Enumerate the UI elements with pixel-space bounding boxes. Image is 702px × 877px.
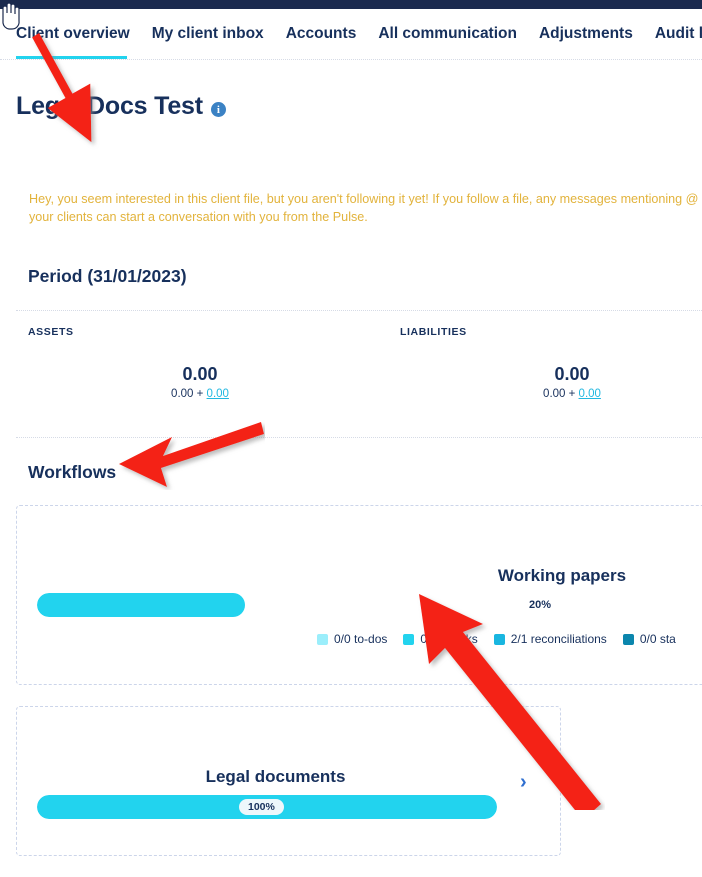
working-papers-progress-fill	[37, 593, 245, 617]
assets-label: ASSETS	[28, 326, 74, 338]
arrow-to-workflows-heading	[119, 422, 264, 487]
legend-swatch-to-dos	[317, 633, 328, 645]
page-title: Legal Docs Test	[16, 92, 203, 120]
workflow-card-working-papers[interactable]: Working papers 20% 0/0 to-dos 0/0 checks…	[16, 505, 702, 685]
legal-documents-percent: 100%	[239, 799, 284, 815]
tab-accounts[interactable]: Accounts	[286, 9, 357, 59]
workflow-card-legal-documents[interactable]: Legal documents 100%	[16, 706, 561, 856]
period-title: Period (31/01/2023)	[28, 266, 187, 286]
liabilities-value: 0.00	[554, 364, 590, 384]
legal-documents-heading: Legal documents	[205, 767, 346, 786]
page-title-row: Legal Docs Test i	[16, 92, 226, 121]
legend-item-reconciliations[interactable]: 2/1 reconciliations	[493, 632, 607, 646]
workflows-divider	[16, 437, 702, 438]
tab-my-client-inbox[interactable]: My client inbox	[152, 9, 264, 59]
assets-breakdown-prefix: 0.00 +	[171, 388, 207, 400]
legend-label-statements: 0/0 sta	[639, 632, 676, 646]
tab-client-overview[interactable]: Client overview	[16, 9, 130, 59]
legend-swatch-reconciliations	[493, 633, 505, 645]
legend-item-checks[interactable]: 0/0 checks	[403, 632, 478, 646]
assets-breakdown: 0.00 + 0.00	[140, 388, 260, 400]
follow-file-warning: Hey, you seem interested in this client …	[29, 192, 699, 224]
legend-swatch-statements	[622, 633, 634, 645]
liabilities-breakdown-prefix: 0.00 +	[543, 388, 579, 400]
primary-nav: Client overview My client inbox Accounts…	[0, 9, 702, 59]
working-papers-legend: 0/0 to-dos 0/0 checks 2/1 reconciliation…	[317, 632, 692, 646]
page-root: Client overview My client inbox Accounts…	[0, 0, 702, 877]
legend-label-to-dos: 0/0 to-dos	[334, 632, 388, 646]
assets-value: 0.00	[182, 364, 218, 384]
app-top-bar	[0, 0, 702, 9]
working-papers-percent: 20%	[529, 599, 552, 611]
info-icon[interactable]: i	[210, 102, 226, 117]
legend-swatch-checks	[403, 633, 415, 645]
assets-breakdown-link[interactable]: 0.00	[207, 388, 229, 400]
legend-label-checks: 0/0 checks	[420, 632, 478, 646]
liabilities-label: LIABILITIES	[400, 326, 467, 338]
period-divider	[16, 310, 702, 311]
liabilities-breakdown: 0.00 + 0.00	[512, 388, 632, 400]
tab-audit-log[interactable]: Audit lo	[655, 9, 702, 59]
legend-label-reconciliations: 2/1 reconciliations	[510, 632, 607, 646]
liabilities-breakdown-link[interactable]: 0.00	[579, 388, 601, 400]
working-papers-progress-track	[37, 593, 702, 617]
tab-all-communication[interactable]: All communication	[378, 9, 517, 59]
nav-bottom-divider	[0, 59, 702, 60]
legend-item-to-dos[interactable]: 0/0 to-dos	[317, 632, 387, 646]
legend-item-statements[interactable]: 0/0 sta	[622, 632, 676, 646]
chevron-right-icon[interactable]: ›	[520, 772, 527, 792]
workflows-title: Workflows	[28, 462, 117, 482]
working-papers-heading: Working papers	[497, 566, 627, 585]
tab-adjustments[interactable]: Adjustments	[539, 9, 633, 59]
